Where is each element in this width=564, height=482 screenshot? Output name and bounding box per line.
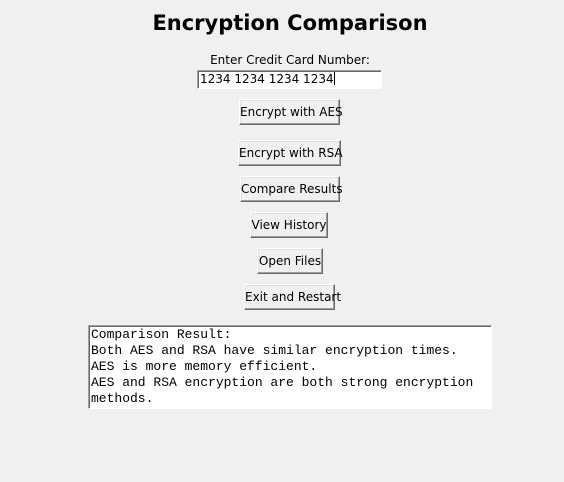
open-files-button[interactable]: Open Files: [257, 248, 323, 274]
result-line: AES and RSA encryption are both strong e…: [91, 375, 474, 390]
result-line: Comparison Result:: [91, 327, 232, 342]
card-number-input[interactable]: 1234 1234 1234 1234: [197, 70, 382, 89]
encrypt-aes-button[interactable]: Encrypt with AES: [239, 99, 343, 125]
exit-restart-button[interactable]: Exit and Restart: [244, 284, 341, 310]
text-cursor: [333, 72, 335, 85]
result-line: methods.: [91, 391, 154, 406]
page-title: Encryption Comparison: [152, 11, 428, 35]
view-history-button[interactable]: View History: [250, 212, 328, 238]
compare-results-button[interactable]: Compare Results: [240, 176, 343, 202]
comparison-result-text[interactable]: Comparison Result: Both AES and RSA have…: [88, 325, 492, 409]
card-number-value: 1234 1234 1234 1234: [200, 72, 334, 86]
result-line: AES is more memory efficient.: [91, 359, 318, 374]
encrypt-rsa-button[interactable]: Encrypt with RSA: [238, 140, 343, 166]
result-line: Both AES and RSA have similar encryption…: [91, 343, 458, 358]
card-number-label: Enter Credit Card Number:: [210, 53, 370, 67]
